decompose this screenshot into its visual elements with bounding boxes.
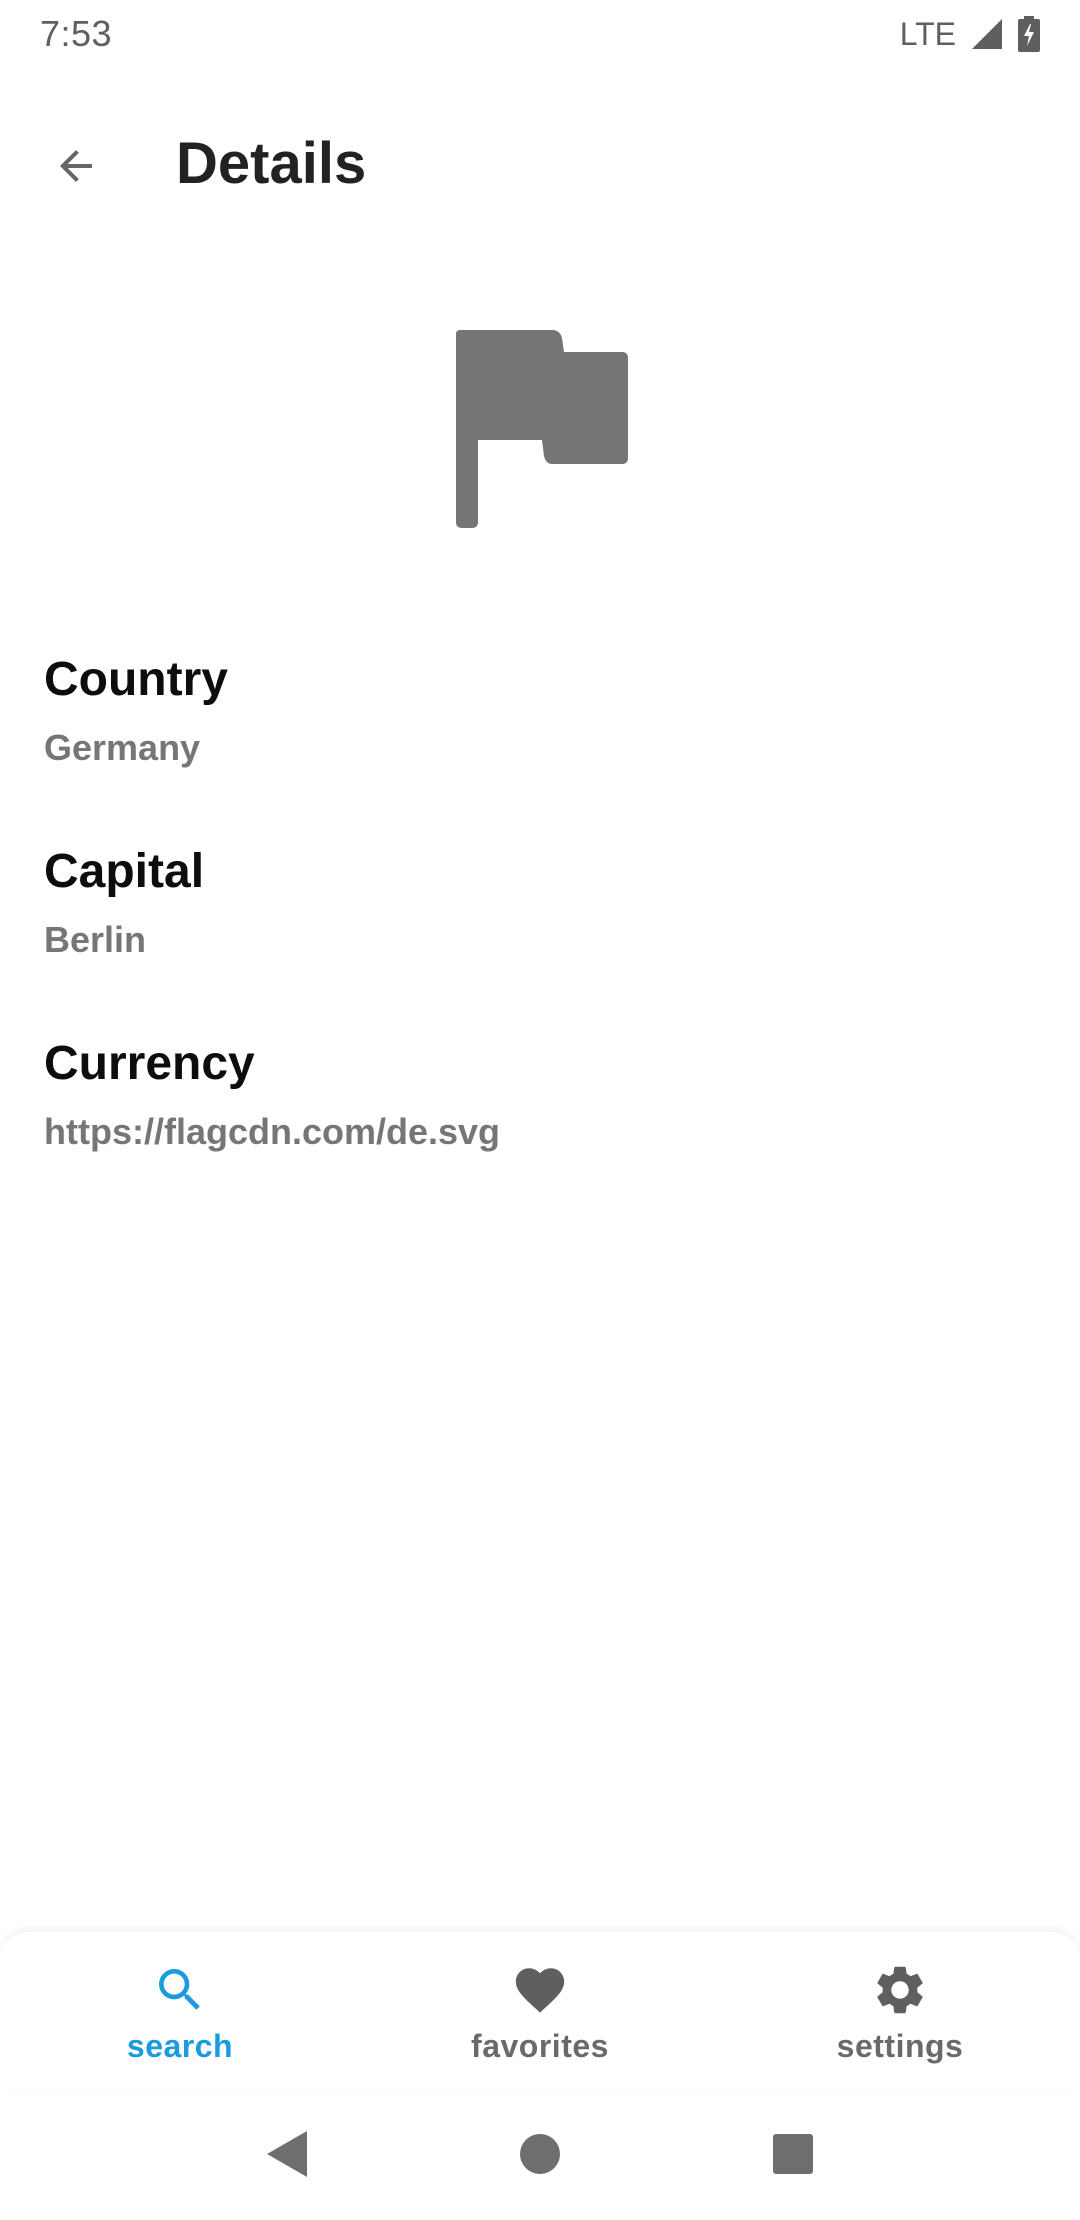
back-button[interactable] <box>36 128 116 208</box>
battery-charging-icon <box>1018 16 1040 52</box>
back-triangle-icon <box>265 2129 309 2184</box>
detail-value: Berlin <box>44 919 147 960</box>
signal-icon <box>970 17 1004 51</box>
network-type: LTE <box>899 15 956 52</box>
flag-image <box>440 320 640 540</box>
nav-label: search <box>126 2027 234 2064</box>
nav-settings[interactable]: settings <box>750 1960 1050 2065</box>
detail-label: Currency <box>44 1037 255 1090</box>
search-icon <box>150 1960 210 2020</box>
detail-value: Germany <box>44 727 201 768</box>
page-title: Details <box>176 131 367 196</box>
detail-label: Country <box>44 653 228 706</box>
detail-label: Capital <box>44 845 205 898</box>
nav-search[interactable]: search <box>30 1960 330 2065</box>
home-circle-icon <box>519 2133 561 2180</box>
status-bar: 7:53 LTE <box>0 0 1080 68</box>
system-home-button[interactable] <box>500 2116 580 2196</box>
status-icons: LTE <box>900 16 1040 53</box>
detail-country: Country Germany <box>44 650 228 772</box>
nav-favorites[interactable]: favorites <box>390 1960 690 2065</box>
app-bar: Details <box>0 100 1080 230</box>
nav-label: settings <box>836 2027 964 2064</box>
detail-currency: Currency https://flagcdn.com/de.svg <box>44 1034 500 1156</box>
bottom-navigation: search favorites settings <box>0 1932 1080 2092</box>
heart-icon <box>510 1960 570 2020</box>
system-navigation-bar <box>0 2092 1080 2220</box>
recents-square-icon <box>772 2133 814 2180</box>
status-time: 7:53 <box>40 13 113 54</box>
details-screen: 7:53 LTE Details Country Germany Capital… <box>0 0 1080 2220</box>
system-recents-button[interactable] <box>753 2116 833 2196</box>
nav-label: favorites <box>471 2027 609 2064</box>
arrow-back-icon <box>52 142 100 195</box>
system-back-button[interactable] <box>247 2116 327 2196</box>
detail-value: https://flagcdn.com/de.svg <box>44 1111 501 1152</box>
detail-capital: Capital Berlin <box>44 842 204 964</box>
gear-icon <box>870 1960 930 2020</box>
flag-icon <box>452 328 628 533</box>
